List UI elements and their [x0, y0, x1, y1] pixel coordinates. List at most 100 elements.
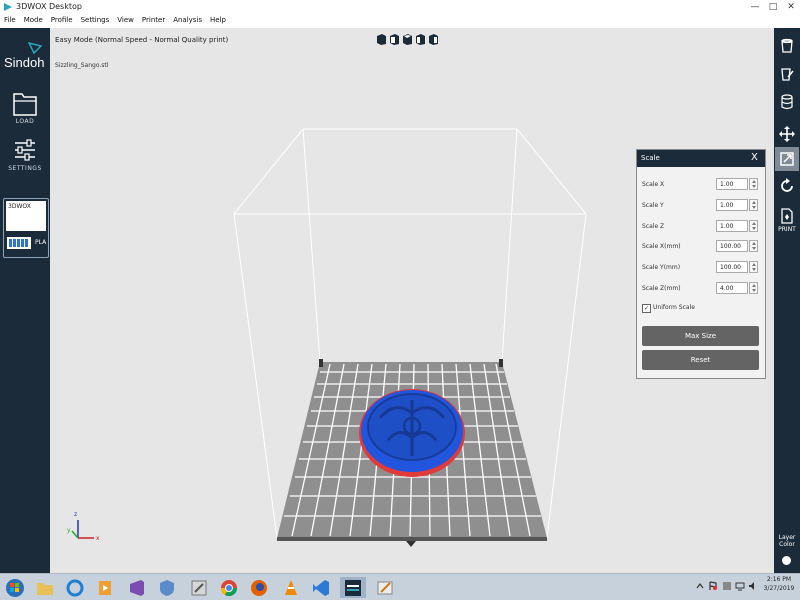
uniform-scale-checkbox[interactable]: ✓ — [642, 304, 651, 313]
title-bar: 3DWOX Desktop — □ ✕ — [0, 0, 800, 16]
start-button[interactable] — [2, 577, 28, 598]
taskbar-shield[interactable] — [154, 577, 180, 598]
left-sidebar: Sindoh LOAD SETTINGS 3DWOX PLA — [0, 28, 50, 573]
clock-time: 2:16 PM — [766, 576, 792, 583]
scale-x-mm-label: Scale X(mm) — [642, 243, 681, 250]
scale-z-spinner[interactable] — [749, 220, 758, 232]
scale-panel-close-icon[interactable]: X — [751, 152, 758, 163]
scale-y-label: Scale Y — [642, 202, 664, 209]
maximize-button[interactable]: □ — [764, 0, 782, 15]
tray-network-icon[interactable] — [735, 581, 745, 591]
taskbar-paint[interactable] — [372, 577, 398, 598]
axis-y-label: y — [67, 527, 71, 534]
tray-app-icon[interactable] — [722, 581, 732, 591]
material-name: 3DWOX — [8, 203, 31, 210]
load-label[interactable]: LOAD — [0, 118, 50, 125]
scale-z-mm-spinner[interactable] — [749, 282, 758, 294]
taskbar-ie[interactable] — [62, 577, 88, 598]
sindoh-logo: Sindoh — [4, 42, 48, 72]
model-object[interactable] — [359, 389, 465, 477]
view-right-icon[interactable] — [428, 33, 439, 46]
layer-color-toggle[interactable] — [782, 556, 791, 565]
scale-x-input[interactable]: 1.00 — [716, 178, 748, 190]
menu-mode[interactable]: Mode — [24, 16, 43, 24]
tray-volume-icon[interactable] — [748, 581, 758, 591]
scale-y-input[interactable]: 1.00 — [716, 199, 748, 211]
scale-y-mm-spinner[interactable] — [749, 261, 758, 273]
settings-sliders-icon[interactable] — [13, 138, 37, 162]
print-label[interactable]: PRINT — [774, 226, 800, 233]
tool-layers[interactable] — [775, 90, 799, 114]
layer-color-label-line1: Layer — [778, 534, 796, 541]
visual-studio-icon — [130, 579, 144, 596]
taskbar-vlc[interactable] — [278, 577, 304, 598]
tool-print[interactable] — [775, 204, 799, 228]
menu-analysis[interactable]: Analysis — [173, 16, 202, 24]
scale-z-mm-label: Scale Z(mm) — [642, 285, 681, 292]
scale-x-spinner[interactable] — [749, 178, 758, 190]
3dwox-app-icon — [345, 579, 361, 596]
tool-move[interactable] — [775, 122, 799, 146]
menu-bar: File Mode Profile Settings View Printer … — [0, 15, 800, 28]
app-icon — [4, 3, 12, 11]
scale-panel-header: Scale X — [637, 150, 765, 167]
material-card-top: 3DWOX — [6, 201, 46, 231]
shield-icon — [160, 579, 174, 596]
menu-help[interactable]: Help — [210, 16, 226, 24]
scale-y-mm-input[interactable]: 100.00 — [716, 261, 748, 273]
minimize-button[interactable]: — — [746, 0, 764, 15]
view-left-icon[interactable] — [415, 33, 426, 46]
taskbar-media[interactable] — [92, 577, 118, 598]
scale-y-spinner[interactable] — [749, 199, 758, 211]
tool-view-model[interactable] — [775, 34, 799, 58]
bed-front-marker-icon — [406, 541, 416, 547]
reset-button[interactable]: Reset — [642, 350, 759, 370]
tool-rotate[interactable] — [775, 174, 799, 198]
scale-z-input[interactable]: 1.00 — [716, 220, 748, 232]
tray-expand-icon[interactable] — [696, 582, 704, 590]
taskbar-explorer[interactable] — [32, 577, 58, 598]
tool-edit-model[interactable] — [775, 62, 799, 86]
axis-z-label: z — [74, 511, 77, 518]
taskbar-3dwox[interactable] — [340, 577, 366, 598]
axis-x-label: x — [96, 535, 100, 542]
taskbar-vs[interactable] — [124, 577, 150, 598]
scale-panel-title: Scale — [641, 154, 660, 162]
scale-panel: Scale X Scale X 1.00 Scale Y 1.00 Scale … — [636, 149, 766, 379]
scale-z-mm-input[interactable]: 4.00 — [716, 282, 748, 294]
tray-flag-icon[interactable] — [708, 581, 718, 591]
tool-scale[interactable] — [775, 147, 799, 171]
scale-x-mm-input[interactable]: 100.00 — [716, 240, 748, 252]
menu-file[interactable]: File — [4, 16, 16, 24]
view-cube-toolbar — [376, 33, 439, 46]
scale-row-y-mm: Scale Y(mm) 100.00 — [642, 261, 760, 275]
paint-brush-icon — [377, 581, 393, 594]
taskbar-vscode[interactable] — [308, 577, 334, 598]
windows-taskbar — [0, 573, 800, 600]
taskbar-firefox[interactable] — [246, 577, 272, 598]
menu-profile[interactable]: Profile — [51, 16, 73, 24]
view-iso-icon[interactable] — [376, 33, 387, 46]
internet-explorer-icon — [66, 579, 84, 596]
view-top-icon[interactable] — [402, 33, 413, 46]
taskbar-chrome[interactable] — [216, 577, 242, 598]
logo-text: Sindoh — [4, 55, 45, 70]
menu-printer[interactable]: Printer — [142, 16, 165, 24]
settings-label[interactable]: SETTINGS — [0, 165, 50, 172]
menu-settings[interactable]: Settings — [81, 16, 110, 24]
scale-x-label: Scale X — [642, 181, 665, 188]
load-folder-icon[interactable] — [13, 90, 37, 116]
taskbar-tool[interactable] — [186, 577, 212, 598]
taskbar-clock[interactable]: 2:16 PM 3/27/2019 — [760, 575, 798, 593]
max-size-button[interactable]: Max Size — [642, 326, 759, 346]
firefox-icon — [251, 579, 267, 596]
close-button[interactable]: ✕ — [782, 0, 800, 15]
menu-view[interactable]: View — [117, 16, 134, 24]
move-arrows-icon — [779, 126, 795, 142]
window-title: 3DWOX Desktop — [16, 2, 82, 11]
vlc-cone-icon — [285, 579, 297, 595]
view-front-icon[interactable] — [389, 33, 400, 46]
scale-x-mm-spinner[interactable] — [749, 240, 758, 252]
material-card[interactable]: 3DWOX PLA — [3, 198, 49, 258]
uniform-scale-label[interactable]: Uniform Scale — [653, 304, 695, 311]
